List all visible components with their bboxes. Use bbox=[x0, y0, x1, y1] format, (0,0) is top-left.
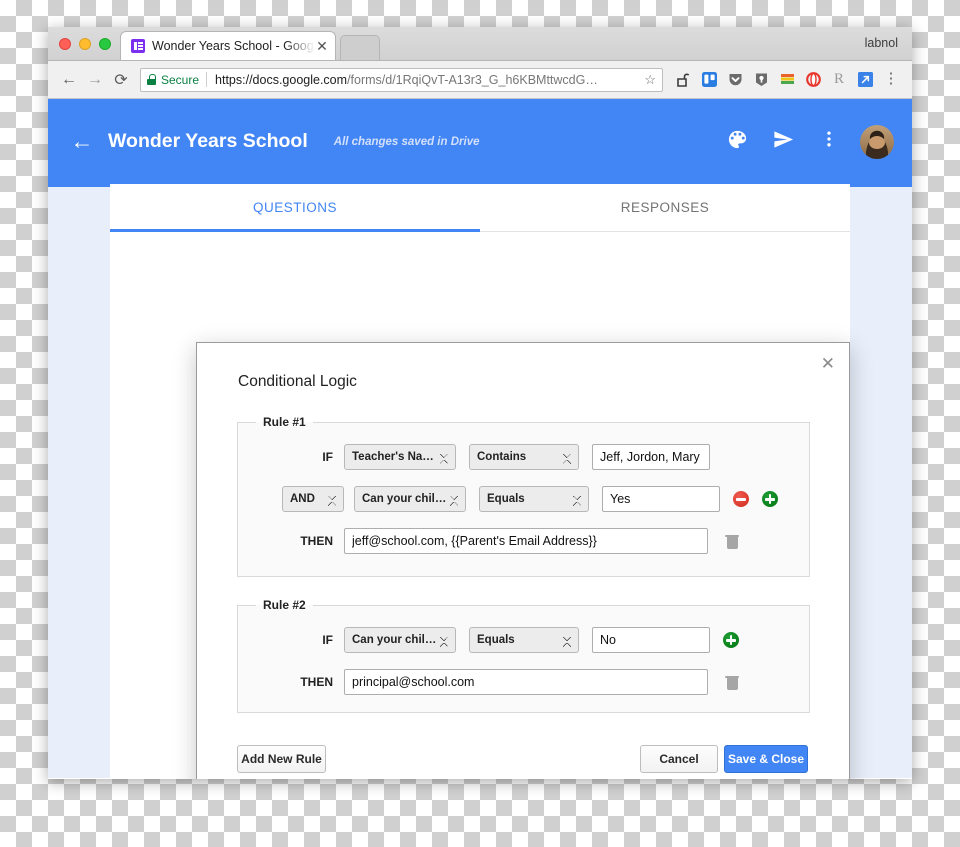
rule-1-field-select-1[interactable]: Teacher's Name bbox=[344, 444, 456, 470]
avatar[interactable] bbox=[860, 125, 894, 159]
delete-rule-2-icon[interactable] bbox=[725, 674, 739, 690]
rule-1-if-label: IF bbox=[252, 450, 344, 464]
dialog-footer: Add New Rule Cancel Save & Close bbox=[197, 745, 849, 773]
rule-1-value-input-2[interactable] bbox=[602, 486, 720, 512]
secure-label: Secure bbox=[161, 73, 199, 87]
back-arrow-icon[interactable]: ← bbox=[62, 128, 102, 155]
rule-2-then-label: THEN bbox=[252, 675, 344, 689]
save-and-close-button[interactable]: Save & Close bbox=[724, 745, 808, 773]
browser-menu-icon[interactable]: ⋮ bbox=[878, 67, 904, 93]
opera-icon[interactable] bbox=[800, 67, 826, 93]
rule-1-connector-select[interactable]: AND bbox=[282, 486, 344, 512]
tab-responses[interactable]: RESPONSES bbox=[480, 184, 850, 231]
remove-condition-icon[interactable] bbox=[733, 491, 749, 507]
browser-titlebar: Wonder Years School - Google Forms ✕ lab… bbox=[48, 27, 912, 61]
rule-1-field-select-2[interactable]: Can your child atte bbox=[354, 486, 466, 512]
unlock-icon[interactable] bbox=[670, 67, 696, 93]
back-icon[interactable]: ← bbox=[56, 67, 82, 93]
rule-2-if-label: IF bbox=[252, 633, 344, 647]
forward-icon[interactable]: → bbox=[82, 67, 108, 93]
bookmark-star-icon[interactable]: ☆ bbox=[644, 72, 656, 88]
new-tab-button[interactable] bbox=[340, 35, 380, 60]
palette-icon[interactable] bbox=[714, 128, 760, 156]
tab-questions-label: QUESTIONS bbox=[253, 200, 337, 215]
dialog-close-icon[interactable]: ✕ bbox=[821, 355, 835, 372]
trello-icon[interactable] bbox=[696, 67, 722, 93]
rule-2-field-select-1[interactable]: Can your child atte bbox=[344, 627, 456, 653]
rule-2-value-input-1[interactable] bbox=[592, 627, 710, 653]
rule-1-then-label: THEN bbox=[252, 534, 344, 548]
rule-1-then-input[interactable] bbox=[344, 528, 708, 554]
popup-icon[interactable] bbox=[852, 67, 878, 93]
tab-close-icon[interactable]: ✕ bbox=[315, 39, 329, 53]
add-condition-icon[interactable] bbox=[762, 491, 778, 507]
url-text: https://docs.google.com/forms/d/1RqiQvT-… bbox=[215, 73, 640, 87]
rule-1-operator-select-1[interactable]: Contains bbox=[469, 444, 579, 470]
rule-2-then-input[interactable] bbox=[344, 669, 708, 695]
address-bar[interactable]: Secure https://docs.google.com/forms/d/1… bbox=[140, 68, 663, 92]
forms-header: ← Wonder Years School All changes saved … bbox=[48, 99, 912, 184]
rule-2-then-row: THEN bbox=[252, 666, 795, 698]
cancel-button[interactable]: Cancel bbox=[640, 745, 718, 773]
browser-tab-active[interactable]: Wonder Years School - Google Forms ✕ bbox=[120, 31, 336, 60]
lock-icon bbox=[147, 74, 156, 85]
rule-1-legend: Rule #1 bbox=[256, 415, 313, 429]
rule-2-condition-row-1: IF Can your child atte Equals bbox=[252, 624, 795, 656]
url-path: /forms/d/1RqiQvT-A13r3_G_h6KBMttwcdG… bbox=[347, 73, 598, 87]
reload-icon[interactable]: ⟳ bbox=[108, 67, 134, 93]
window-user-label: labnol bbox=[865, 36, 898, 50]
pocket-icon[interactable] bbox=[722, 67, 748, 93]
window-close-button[interactable] bbox=[59, 38, 71, 50]
window-minimize-button[interactable] bbox=[79, 38, 91, 50]
conditional-logic-dialog: ✕ Conditional Logic Rule #1 IF Teacher's… bbox=[196, 342, 850, 779]
browser-toolbar: ← → ⟳ Secure https://docs.google.com/for… bbox=[48, 61, 912, 99]
tab-questions[interactable]: QUESTIONS bbox=[110, 184, 480, 231]
send-icon[interactable] bbox=[760, 128, 806, 156]
rule-1-condition-row-2: AND Can your child atte Equals bbox=[252, 483, 795, 515]
save-status-text: All changes saved in Drive bbox=[334, 136, 480, 148]
window-maximize-button[interactable] bbox=[99, 38, 111, 50]
url-origin: https://docs.google.com bbox=[215, 73, 347, 87]
colorzilla-icon[interactable] bbox=[774, 67, 800, 93]
dialog-title: Conditional Logic bbox=[238, 373, 357, 391]
r-icon[interactable]: R bbox=[826, 67, 852, 93]
more-vert-icon[interactable] bbox=[806, 129, 852, 154]
add-new-rule-button[interactable]: Add New Rule bbox=[237, 745, 326, 773]
forms-tabs: QUESTIONS RESPONSES bbox=[110, 184, 850, 232]
rule-1-then-row: THEN bbox=[252, 525, 795, 557]
omnibox-separator bbox=[206, 72, 207, 87]
form-title[interactable]: Wonder Years School bbox=[108, 130, 308, 153]
rule-group-1: Rule #1 IF Teacher's Name Contains AND bbox=[237, 415, 810, 577]
browser-tab-title: Wonder Years School - Google Forms bbox=[152, 39, 315, 53]
rule-1-condition-row-1: IF Teacher's Name Contains bbox=[252, 441, 795, 473]
rule-1-operator-select-2[interactable]: Equals bbox=[479, 486, 589, 512]
add-condition-icon-rule-2[interactable] bbox=[723, 632, 739, 648]
google-forms-app: ← Wonder Years School All changes saved … bbox=[48, 99, 912, 778]
browser-window: Wonder Years School - Google Forms ✕ lab… bbox=[48, 27, 912, 779]
rule-1-value-input-1[interactable] bbox=[592, 444, 710, 470]
rule-2-legend: Rule #2 bbox=[256, 598, 313, 612]
lastpass-icon[interactable] bbox=[748, 67, 774, 93]
delete-rule-1-icon[interactable] bbox=[725, 533, 739, 549]
tab-responses-label: RESPONSES bbox=[621, 200, 710, 215]
rule-2-operator-select-1[interactable]: Equals bbox=[469, 627, 579, 653]
rule-group-2: Rule #2 IF Can your child atte Equals TH… bbox=[237, 598, 810, 713]
google-forms-favicon bbox=[131, 39, 145, 53]
